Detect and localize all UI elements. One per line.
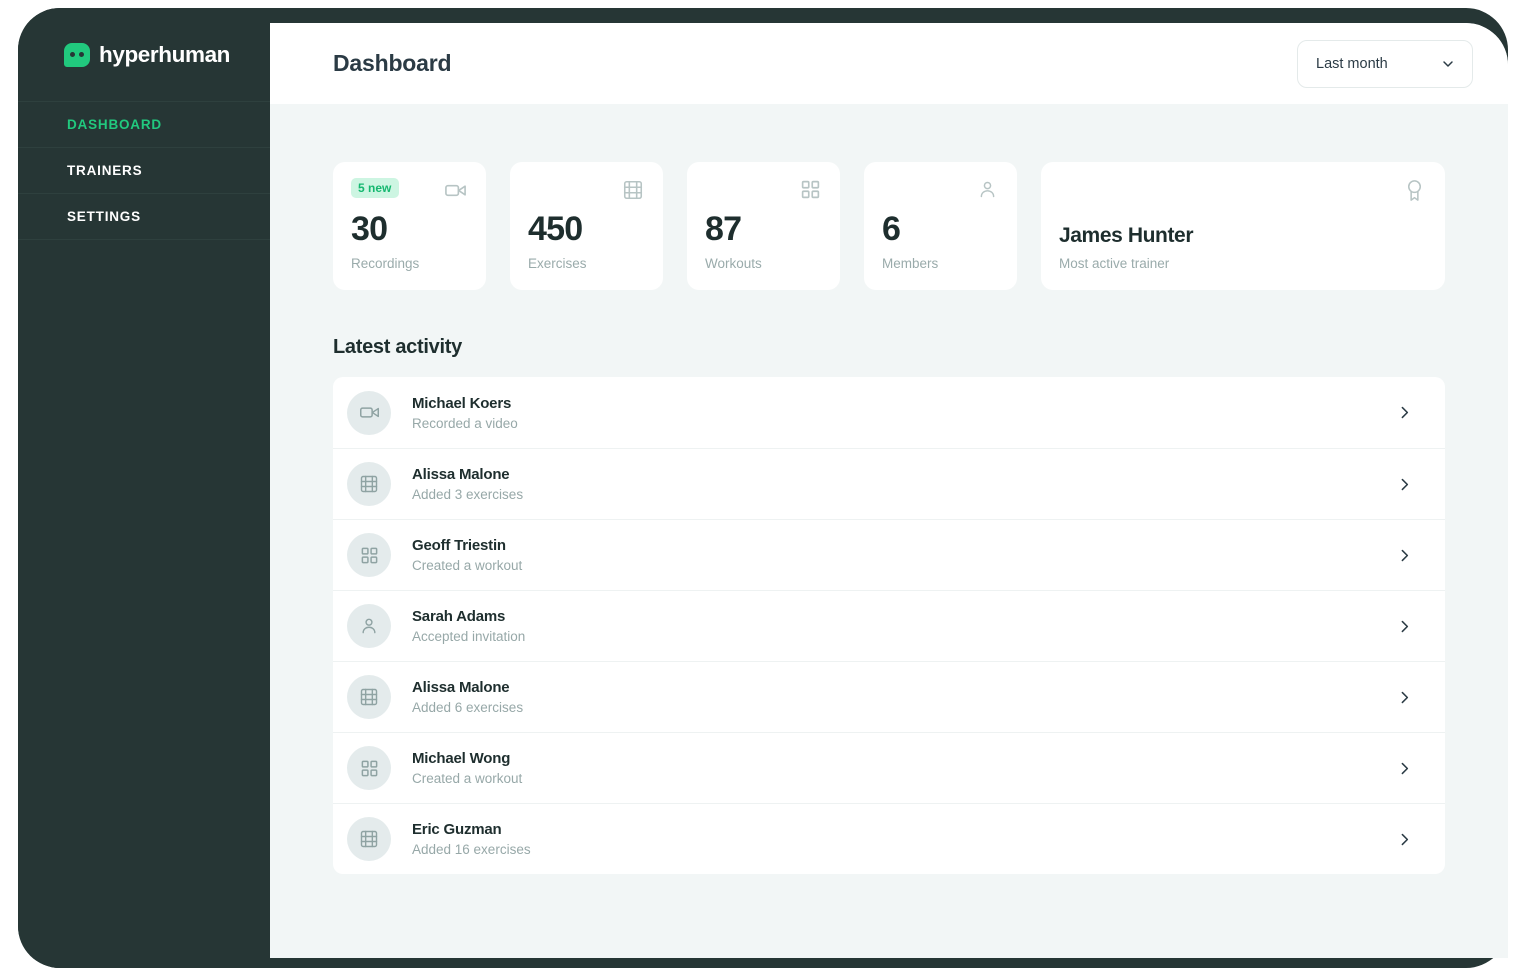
page-title: Dashboard [333,50,452,76]
stat-label: Exercises [528,256,587,271]
activity-desc: Added 3 exercises [412,487,524,502]
sidebar-item-label: SETTINGS [67,209,141,224]
activity-desc: Created a workout [412,558,523,573]
sidebar-item-label: DASHBOARD [67,117,162,132]
chevron-right-icon[interactable] [1396,760,1413,777]
activity-row[interactable]: Michael Wong Created a workout [333,732,1445,803]
sidebar-item-trainers[interactable]: TRAINERS [18,147,270,193]
stat-card-members[interactable]: 6 Members [864,162,1017,290]
chevron-right-icon[interactable] [1396,618,1413,635]
stat-card-workouts[interactable]: 87 Workouts [687,162,840,290]
stat-card-most-active-trainer[interactable]: James Hunter Most active trainer [1041,162,1445,290]
award-ribbon-icon [1403,179,1426,207]
stat-card-recordings[interactable]: 5 new 30 Recordings [333,162,486,290]
activity-name: Geoff Triestin [412,537,506,554]
stat-label: Workouts [705,256,762,271]
sidebar: hyperhuman DASHBOARD TRAINERS SETTINGS [18,8,270,968]
chevron-right-icon[interactable] [1396,831,1413,848]
activity-name: Alissa Malone [412,679,510,696]
activity-row[interactable]: Alissa Malone Added 6 exercises [333,661,1445,732]
activity-row[interactable]: Sarah Adams Accepted invitation [333,590,1445,661]
sidebar-divider [18,239,270,240]
app-window-frame: hyperhuman DASHBOARD TRAINERS SETTINGS D… [18,8,1508,968]
film-strip-icon [347,817,391,861]
chevron-right-icon[interactable] [1396,547,1413,564]
film-strip-icon [347,462,391,506]
video-camera-icon [444,179,467,207]
activity-row[interactable]: Eric Guzman Added 16 exercises [333,803,1445,874]
stat-value: 30 [351,210,388,248]
activity-desc: Accepted invitation [412,629,526,644]
activity-row[interactable]: Michael Koers Recorded a video [333,377,1445,448]
stat-label: Members [882,256,939,271]
activity-desc: Recorded a video [412,415,518,431]
grid-icon [347,746,391,790]
activity-name: Michael Wong [412,750,511,767]
video-camera-icon [347,390,391,435]
activity-name: Michael Koers [412,394,512,412]
content-panel: Dashboard Last month 5 new 30 Recordings [270,23,1508,958]
hyperhuman-logo-icon [64,42,90,67]
stats-row: 5 new 30 Recordings 450 Exercises 87 Wor… [333,162,1445,290]
top-bar: Dashboard Last month [270,23,1508,104]
activity-name: Sarah Adams [412,608,506,625]
grid-icon [347,533,391,577]
sidebar-item-settings[interactable]: SETTINGS [18,193,270,239]
activity-list: Michael Koers Recorded a video Alissa Ma… [333,377,1445,874]
film-strip-icon [347,675,391,719]
featured-trainer-label: Most active trainer [1059,256,1170,271]
grid-icon [800,179,821,205]
status-badge: 5 new [351,178,400,198]
chevron-right-icon[interactable] [1396,404,1413,421]
activity-name: Eric Guzman [412,821,502,838]
activity-heading: Latest activity [333,336,462,358]
user-icon [977,179,998,205]
stat-card-exercises[interactable]: 450 Exercises [510,162,663,290]
activity-desc: Added 6 exercises [412,700,524,715]
user-icon [347,604,391,648]
stat-label: Recordings [351,256,420,271]
activity-name: Alissa Malone [412,466,510,483]
featured-trainer-name: James Hunter [1059,224,1194,247]
activity-row[interactable]: Geoff Triestin Created a workout [333,519,1445,590]
sidebar-item-label: TRAINERS [67,163,143,178]
film-strip-icon [622,179,644,206]
chevron-right-icon[interactable] [1396,476,1413,493]
activity-desc: Added 16 exercises [412,842,531,857]
dashboard-body: 5 new 30 Recordings 450 Exercises 87 Wor… [270,162,1508,874]
brand-logo[interactable]: hyperhuman [18,8,270,101]
chevron-down-icon [1443,60,1453,67]
activity-row[interactable]: Alissa Malone Added 3 exercises [333,448,1445,519]
period-filter-select[interactable]: Last month [1297,39,1473,88]
stat-value: 6 [882,210,901,248]
stat-value: 87 [705,210,742,248]
period-filter-value: Last month [1316,55,1388,72]
activity-desc: Created a workout [412,771,523,786]
brand-name: hyperhuman [99,41,231,67]
chevron-right-icon[interactable] [1396,689,1413,706]
stat-value: 450 [528,210,583,248]
sidebar-item-dashboard[interactable]: DASHBOARD [18,101,270,147]
